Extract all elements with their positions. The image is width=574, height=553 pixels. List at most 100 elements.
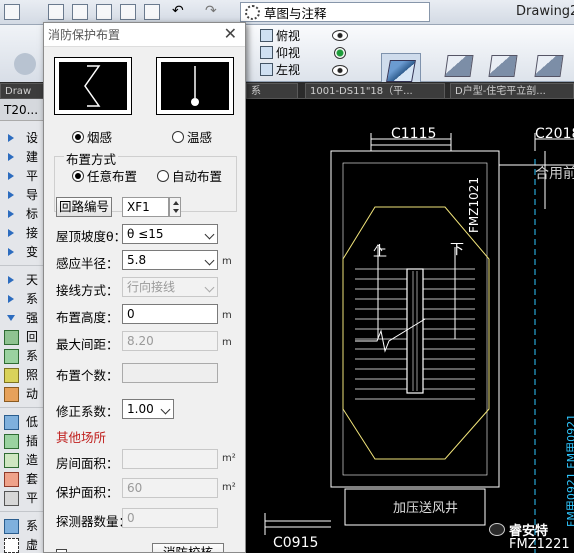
spacing-unit: m	[222, 337, 232, 348]
tab-d-unit[interactable]: D户型-住宅平立剖...	[450, 83, 574, 98]
palette-item-suite[interactable]: 套	[0, 470, 45, 489]
bottom-view-icon	[260, 46, 273, 59]
chevron-down-icon	[204, 229, 215, 240]
window-title: Drawing2	[516, 4, 574, 19]
eye-icon[interactable]	[332, 65, 348, 76]
floor-plan-drawing	[264, 133, 574, 553]
spacing-input: 8.20	[122, 331, 218, 351]
expand-arrow-icon	[8, 276, 14, 284]
tab-system[interactable]: 系	[246, 83, 298, 98]
view-left-button[interactable]: 左视	[260, 61, 300, 78]
expand-arrow-icon	[8, 248, 14, 256]
option-checkbox[interactable]	[56, 549, 67, 552]
palette-item-virtual[interactable]: 虚	[0, 536, 45, 553]
layout-free-radio[interactable]: 任意布置	[72, 166, 137, 185]
palette-item-system[interactable]: 系	[0, 290, 45, 309]
expand-arrow-icon	[8, 295, 14, 303]
smoke-sensor-preview[interactable]	[54, 57, 132, 115]
lighting-icon	[4, 368, 19, 383]
workspace-dropdown[interactable]: 草图与注释	[240, 2, 430, 22]
loop-number-button[interactable]: 回路编号	[56, 197, 112, 217]
layers-icon	[386, 60, 416, 82]
virtual-icon	[4, 538, 19, 553]
palette-item-loop[interactable]: 回	[0, 328, 45, 347]
gear-icon	[245, 4, 260, 20]
palette-item-sys3[interactable]: 系	[0, 517, 45, 536]
palette-item-connect[interactable]: 接	[0, 224, 45, 243]
palette-item-light[interactable]: 照	[0, 366, 45, 385]
palette-item-plan[interactable]: 平	[0, 167, 45, 186]
palette-item-build2[interactable]: 造	[0, 451, 45, 470]
detector-count-input: 0	[122, 508, 218, 528]
eye-icon[interactable]	[332, 30, 348, 41]
dialog-title-bar: 消防保护布置	[44, 23, 245, 47]
palette-item-strong[interactable]: 强	[0, 309, 45, 328]
fire-protection-dialog: 消防保护布置 ✕ 烟感 温感 布置方式 任意布置 自动布置 回路编号 XF1 屋…	[43, 22, 246, 553]
layer-match-icon[interactable]	[488, 55, 518, 77]
fire-check-button[interactable]: 消防校核	[152, 543, 224, 552]
count-label: 布置个数：	[56, 368, 119, 383]
watermark: 睿安特	[489, 520, 548, 539]
drawing-canvas[interactable]: C1115 C2018 合用前 FMZ1021 上 下 加压送风井 C0915 …	[245, 99, 574, 553]
correction-dropdown[interactable]: 1.00	[122, 399, 174, 419]
smoke-radio[interactable]: 烟感	[72, 127, 112, 146]
undo-icon[interactable]: ↶	[172, 4, 188, 20]
label-c2018: C2018	[535, 126, 574, 142]
slope-label: 屋顶坡度θ：	[56, 229, 127, 244]
palette-item-guide[interactable]: 导	[0, 186, 45, 205]
heat-sensor-preview[interactable]	[156, 57, 234, 115]
radius-dropdown[interactable]: 5.8	[122, 250, 218, 270]
palette-item-low[interactable]: 低	[0, 413, 45, 432]
palette-item-sys2[interactable]: 系	[0, 347, 45, 366]
new-file-icon[interactable]	[48, 4, 64, 20]
save-icon[interactable]	[96, 4, 112, 20]
view-bottom-button[interactable]: 仰视	[260, 44, 300, 61]
tab-drawing[interactable]: Draw	[0, 83, 44, 98]
layer-state-icon[interactable]	[444, 55, 474, 77]
heat-radio[interactable]: 温感	[172, 127, 212, 146]
chevron-down-icon	[160, 404, 171, 415]
palette-item-sky[interactable]: 天	[0, 271, 45, 290]
palette-item-build[interactable]: 建	[0, 148, 45, 167]
layout-auto-radio[interactable]: 自动布置	[157, 166, 222, 185]
palette-item-plan2[interactable]: 平	[0, 489, 45, 508]
chevron-down-icon	[204, 282, 215, 293]
add-view-icon[interactable]	[334, 47, 346, 59]
tab-plan-1001[interactable]: 1001-DS11"18（平...	[305, 83, 445, 98]
height-input[interactable]: 0	[122, 304, 218, 324]
loop-number-field[interactable]: XF1	[122, 197, 169, 217]
palette-item-label[interactable]: 标	[0, 205, 45, 224]
stair-well	[406, 268, 424, 394]
open-file-icon[interactable]	[72, 4, 88, 20]
heat-symbol-icon	[191, 66, 199, 106]
detector-count-label: 探测器数量：	[56, 514, 132, 529]
power-icon	[4, 387, 19, 402]
label-fmz1021: FMZ1021	[467, 176, 481, 233]
system-icon	[4, 349, 19, 364]
expand-arrow-icon	[8, 210, 14, 218]
palette-item-insert[interactable]: 插	[0, 432, 45, 451]
count-input[interactable]	[122, 363, 218, 383]
label-fmz1221: FMZ1221	[509, 537, 570, 552]
close-icon[interactable]: ✕	[224, 26, 237, 42]
radio-selected-icon	[72, 169, 84, 182]
protect-area-input: 60	[122, 478, 218, 498]
save-as-icon[interactable]	[120, 4, 136, 20]
radius-unit: m	[222, 256, 232, 267]
view-top-button[interactable]: 俯视	[260, 27, 300, 44]
redo-icon[interactable]: ↷	[205, 4, 221, 20]
label-up: 上	[373, 244, 387, 260]
print-icon[interactable]	[144, 4, 160, 20]
layer-isolate-icon[interactable]	[534, 55, 564, 77]
room-area-input	[122, 449, 218, 469]
palette-item-power[interactable]: 动	[0, 385, 45, 404]
app-menu-icon[interactable]	[4, 4, 20, 20]
room-area-unit: m²	[222, 453, 236, 464]
palette-item-settings[interactable]: 设	[0, 129, 45, 148]
slope-dropdown[interactable]: θ ≤15	[122, 224, 218, 244]
loop-number-spinner[interactable]	[169, 197, 181, 217]
palette-item-transform[interactable]: 变	[0, 243, 45, 262]
smoke-symbol-icon	[84, 65, 101, 107]
label-down: 下	[450, 242, 464, 258]
radius-label: 感应半径：	[56, 256, 119, 271]
